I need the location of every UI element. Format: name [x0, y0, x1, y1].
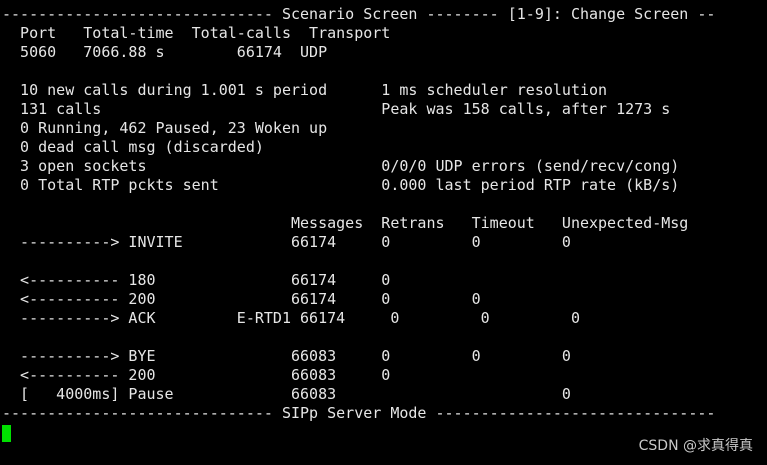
terminal-window[interactable]: ------------------------------ Scenario … — [0, 0, 767, 465]
server-mode-footer: ------------------------------ SIPp Serv… — [2, 404, 716, 422]
message-row-180: <---------- 180 66174 0 — [2, 271, 391, 289]
scenario-screen-header: ------------------------------ Scenario … — [2, 5, 716, 23]
dead-call-line: 0 dead call msg (discarded) — [2, 138, 264, 156]
calls-count-line: 131 calls Peak was 158 calls, after 1273… — [2, 100, 671, 118]
message-table-header: Messages Retrans Timeout Unexpected-Msg — [2, 214, 689, 232]
watermark-text: CSDN @求真得真 — [638, 438, 753, 454]
stats-values-row: 5060 7066.88 s 66174 UDP — [2, 43, 328, 61]
open-sockets-line: 3 open sockets 0/0/0 UDP errors (send/re… — [2, 157, 680, 175]
message-row-pause: [ 4000ms] Pause 66083 0 — [2, 385, 571, 403]
new-calls-line: 10 new calls during 1.001 s period 1 ms … — [2, 81, 608, 99]
rtp-packets-line: 0 Total RTP pckts sent 0.000 last period… — [2, 176, 680, 194]
message-row-bye: ----------> BYE 66083 0 0 0 — [2, 347, 571, 365]
stats-column-headers: Port Total-time Total-calls Transport — [2, 24, 391, 42]
message-row-200: <---------- 200 66174 0 0 — [2, 290, 481, 308]
message-row-200-bye: <---------- 200 66083 0 — [2, 366, 391, 384]
terminal-cursor — [2, 425, 11, 442]
message-row-ack: ----------> ACK E-RTD1 66174 0 0 0 — [2, 309, 580, 327]
running-paused-line: 0 Running, 462 Paused, 23 Woken up — [2, 119, 328, 137]
message-row-invite: ----------> INVITE 66174 0 0 0 — [2, 233, 571, 251]
